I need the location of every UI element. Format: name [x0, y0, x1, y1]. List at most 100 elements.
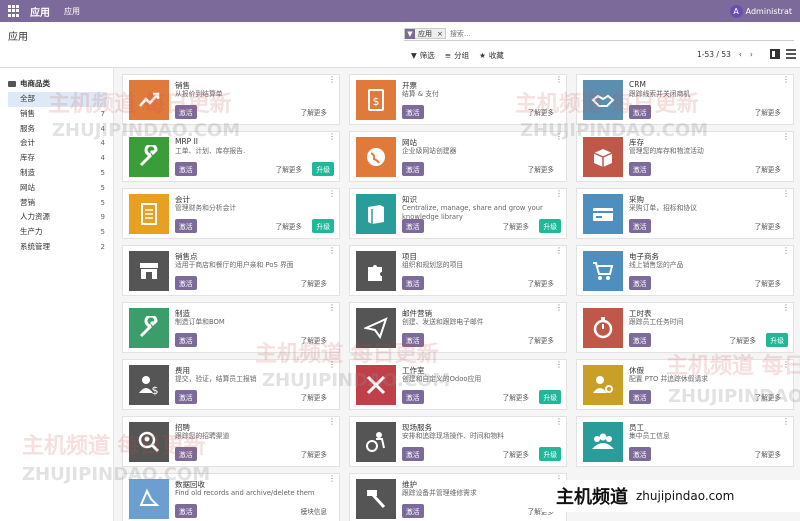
- app-card[interactable]: 招聘 跟踪您的招聘渠道 激活 了解更多 ⋮: [122, 416, 340, 467]
- card-menu-icon[interactable]: ⋮: [555, 304, 563, 312]
- app-tile[interactable]: $: [129, 365, 169, 405]
- favorites-button[interactable]: ★ 收藏: [479, 50, 504, 61]
- app-card[interactable]: 维护 跟踪设备并管理维修需求 激活 了解更多 ⋮: [349, 473, 567, 521]
- pager-next-icon[interactable]: ›: [750, 50, 753, 59]
- card-menu-icon[interactable]: ⋮: [328, 76, 336, 84]
- activate-button[interactable]: 激活: [175, 390, 197, 404]
- facet-close-icon[interactable]: ×: [435, 30, 445, 38]
- category-item[interactable]: 销售 7: [8, 107, 107, 122]
- app-tile[interactable]: [583, 365, 623, 405]
- card-menu-icon[interactable]: ⋮: [328, 247, 336, 255]
- category-item[interactable]: 全部: [8, 92, 107, 107]
- pager-value[interactable]: 1-53 / 53: [697, 50, 731, 59]
- learn-more-link[interactable]: 了解更多: [301, 278, 327, 288]
- card-menu-icon[interactable]: ⋮: [555, 361, 563, 369]
- card-menu-icon[interactable]: ⋮: [328, 361, 336, 369]
- app-tile[interactable]: [129, 251, 169, 291]
- upgrade-button[interactable]: 升级: [539, 390, 561, 404]
- activate-button[interactable]: 激活: [175, 276, 197, 290]
- app-tile[interactable]: [129, 479, 169, 519]
- app-tile[interactable]: [129, 422, 169, 462]
- app-card[interactable]: 邮件营销 创建、发送和跟踪电子邮件 激活 了解更多 ⋮: [349, 302, 567, 353]
- app-tile[interactable]: [583, 308, 623, 348]
- app-card[interactable]: 制造 制造订单和BOM 激活 了解更多 ⋮: [122, 302, 340, 353]
- category-item[interactable]: 生产力 5: [8, 225, 107, 240]
- app-card[interactable]: 工时表 跟踪员工任务时间 激活 了解更多 升级 ⋮: [576, 302, 794, 353]
- upgrade-button[interactable]: 升级: [539, 447, 561, 461]
- activate-button[interactable]: 激活: [175, 504, 197, 518]
- app-tile[interactable]: [356, 137, 396, 177]
- learn-more-link[interactable]: 了解更多: [528, 164, 554, 174]
- card-menu-icon[interactable]: ⋮: [328, 133, 336, 141]
- activate-button[interactable]: 激活: [629, 105, 651, 119]
- app-card[interactable]: 电子商务 线上销售您的产品 激活 了解更多 ⋮: [576, 245, 794, 296]
- app-card[interactable]: 项目 组织和规划您的项目 激活 了解更多 ⋮: [349, 245, 567, 296]
- app-card[interactable]: 采购 采购订单，招标和协议 激活 了解更多 ⋮: [576, 188, 794, 239]
- app-tile[interactable]: [583, 194, 623, 234]
- learn-more-link[interactable]: 了解更多: [755, 392, 781, 402]
- learn-more-link[interactable]: 了解更多: [276, 221, 302, 231]
- app-tile[interactable]: [129, 308, 169, 348]
- card-menu-icon[interactable]: ⋮: [328, 475, 336, 483]
- learn-more-link[interactable]: 了解更多: [528, 335, 554, 345]
- learn-more-link[interactable]: 了解更多: [528, 278, 554, 288]
- app-card[interactable]: $ 开票 结算 & 支付 激活 了解更多 ⋮: [349, 74, 567, 125]
- card-menu-icon[interactable]: ⋮: [782, 247, 790, 255]
- app-card[interactable]: 库存 管理您的库存和物流活动 激活 了解更多 ⋮: [576, 131, 794, 182]
- card-menu-icon[interactable]: ⋮: [328, 304, 336, 312]
- activate-button[interactable]: 激活: [629, 276, 651, 290]
- card-menu-icon[interactable]: ⋮: [555, 76, 563, 84]
- app-card[interactable]: 网站 企业级网站创建器 激活 了解更多 ⋮: [349, 131, 567, 182]
- kanban-view-icon[interactable]: [770, 49, 780, 59]
- list-view-icon[interactable]: [786, 49, 796, 59]
- app-tile[interactable]: [356, 308, 396, 348]
- card-menu-icon[interactable]: ⋮: [782, 304, 790, 312]
- card-menu-icon[interactable]: ⋮: [328, 190, 336, 198]
- app-tile[interactable]: [129, 80, 169, 120]
- user-menu[interactable]: Administrat: [746, 7, 792, 16]
- group-by-button[interactable]: ≡ 分组: [445, 50, 469, 61]
- upgrade-button[interactable]: 升级: [312, 219, 334, 233]
- activate-button[interactable]: 激活: [402, 219, 424, 233]
- category-item[interactable]: 会计 4: [8, 136, 107, 151]
- app-card[interactable]: 工作室 创建和自定义的Odoo应用 激活 了解更多 升级 ⋮: [349, 359, 567, 410]
- app-card[interactable]: CRM 跟踪线索并关闭商机 激活 了解更多 ⋮: [576, 74, 794, 125]
- search-bar[interactable]: ▼ 应用 ×: [404, 27, 794, 41]
- learn-more-link[interactable]: 了解更多: [755, 449, 781, 459]
- learn-more-link[interactable]: 了解更多: [755, 107, 781, 117]
- learn-more-link[interactable]: 了解更多: [503, 221, 529, 231]
- app-card[interactable]: 现场服务 安排和追踪现场操作、时间和物料 激活 了解更多 升级 ⋮: [349, 416, 567, 467]
- learn-more-link[interactable]: 了解更多: [301, 107, 327, 117]
- app-tile[interactable]: [583, 422, 623, 462]
- card-menu-icon[interactable]: ⋮: [328, 418, 336, 426]
- app-tile[interactable]: [356, 365, 396, 405]
- activate-button[interactable]: 激活: [175, 219, 197, 233]
- learn-more-link[interactable]: 了解更多: [503, 392, 529, 402]
- activate-button[interactable]: 激活: [629, 447, 651, 461]
- learn-more-link[interactable]: 了解更多: [503, 449, 529, 459]
- card-menu-icon[interactable]: ⋮: [782, 133, 790, 141]
- card-menu-icon[interactable]: ⋮: [782, 418, 790, 426]
- category-item[interactable]: 库存 4: [8, 151, 107, 166]
- app-grid-icon[interactable]: [8, 5, 20, 17]
- activate-button[interactable]: 激活: [175, 105, 197, 119]
- app-card[interactable]: 销售点 适用于商店和餐厅的用户亲和 PoS 界面 激活 了解更多 ⋮: [122, 245, 340, 296]
- app-tile[interactable]: [356, 479, 396, 519]
- learn-more-link[interactable]: 了解更多: [301, 449, 327, 459]
- app-tile[interactable]: [583, 251, 623, 291]
- app-card[interactable]: 员工 集中员工信息 激活 了解更多 ⋮: [576, 416, 794, 467]
- activate-button[interactable]: 激活: [175, 447, 197, 461]
- activate-button[interactable]: 激活: [402, 276, 424, 290]
- card-menu-icon[interactable]: ⋮: [555, 190, 563, 198]
- app-card[interactable]: 会计 管理财务和分析会计 激活 了解更多 升级 ⋮: [122, 188, 340, 239]
- app-tile[interactable]: [583, 137, 623, 177]
- learn-more-link[interactable]: 了解更多: [755, 221, 781, 231]
- activate-button[interactable]: 激活: [629, 333, 651, 347]
- search-input[interactable]: [449, 29, 794, 38]
- app-card[interactable]: 销售 从报价到结算单 激活 了解更多 ⋮: [122, 74, 340, 125]
- app-card[interactable]: $ 费用 提交，验证，结算员工报销 激活 了解更多 ⋮: [122, 359, 340, 410]
- app-tile[interactable]: [356, 251, 396, 291]
- app-tile[interactable]: [583, 80, 623, 120]
- activate-button[interactable]: 激活: [175, 162, 197, 176]
- upgrade-button[interactable]: 升级: [312, 162, 334, 176]
